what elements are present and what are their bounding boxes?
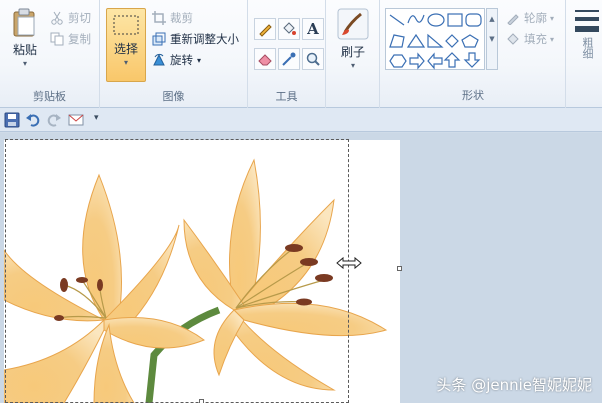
oval-shape-icon xyxy=(427,13,445,27)
outline-button[interactable]: 轮廓 ▾ xyxy=(506,9,554,27)
chevron-down-icon: ▾ xyxy=(22,59,27,68)
fill-icon[interactable] xyxy=(278,18,300,40)
brush-icon xyxy=(337,8,369,40)
watermark: 头条 @jennie智妮妮妮 xyxy=(436,376,592,394)
crop-icon xyxy=(152,11,166,25)
size-button[interactable]: 粗细 xyxy=(572,8,602,59)
fill-bucket-icon xyxy=(507,33,519,45)
resize-button[interactable]: 重新调整大小 xyxy=(152,30,239,48)
polygon-shape-icon xyxy=(389,34,405,48)
left-arrow-shape-icon xyxy=(427,52,443,70)
crop-button[interactable]: 裁剪 xyxy=(152,9,193,27)
selection-icon xyxy=(113,15,139,35)
eraser-icon[interactable] xyxy=(254,48,276,70)
image-group: 选择 ▾ 裁剪 重新调整大小 旋转 ▾ 图像 xyxy=(100,0,248,108)
copy-button[interactable]: 复制 xyxy=(50,30,91,48)
ribbon: 粘贴 ▾ 剪切 复制 剪贴板 选择 ▾ 裁剪 重新调整大小 旋转 ▾ 图像 A … xyxy=(0,0,602,108)
horizontal-resize-cursor-icon xyxy=(336,256,362,270)
crop-label: 裁剪 xyxy=(170,11,193,25)
resize-handle-bottom[interactable] xyxy=(199,399,204,403)
image-group-label: 图像 xyxy=(162,90,185,103)
pentagon-shape-icon xyxy=(461,34,479,48)
paste-button[interactable]: 粘贴 ▾ xyxy=(8,8,42,68)
copy-label: 复制 xyxy=(68,32,91,46)
undo-icon[interactable] xyxy=(25,112,41,128)
outline-label: 轮廓 xyxy=(524,11,547,25)
cut-label: 剪切 xyxy=(68,11,91,25)
resize-label: 重新调整大小 xyxy=(170,32,239,46)
size-label: 粗细 xyxy=(581,37,594,59)
diamond-shape-icon xyxy=(445,34,459,48)
chevron-down-icon: ▾ xyxy=(197,55,202,65)
right-triangle-shape-icon xyxy=(427,33,444,48)
chevron-down-icon: ▾ xyxy=(550,13,555,23)
triangle-shape-icon xyxy=(406,33,426,48)
paste-icon xyxy=(13,8,35,37)
fill-label: 填充 xyxy=(524,32,547,46)
tools-group-label: 工具 xyxy=(275,90,298,103)
right-arrow-shape-icon xyxy=(409,52,425,70)
resize-icon xyxy=(152,32,166,46)
up-arrow-shape-icon xyxy=(443,52,461,68)
fill-shape-button[interactable]: 填充 ▾ xyxy=(506,30,554,48)
line-shape-icon xyxy=(389,14,405,26)
hexagon-shape-icon xyxy=(389,54,407,68)
customize-toolbar-icon[interactable]: ▾ xyxy=(94,113,99,123)
scissors-icon xyxy=(51,11,63,25)
redo-icon[interactable] xyxy=(46,112,62,128)
copy-icon xyxy=(50,32,64,46)
shapes-scrollbar[interactable]: ▲ ▼ xyxy=(486,8,498,70)
tools-group: A 工具 xyxy=(248,0,326,108)
color-picker-icon[interactable] xyxy=(278,48,300,70)
selection-rectangle[interactable] xyxy=(5,139,349,403)
outline-icon xyxy=(507,14,519,25)
clipboard-group-label: 剪贴板 xyxy=(33,90,66,103)
chevron-down-icon: ▾ xyxy=(350,61,355,70)
brushes-label: 刷子 xyxy=(340,45,365,59)
scroll-down-icon[interactable]: ▼ xyxy=(487,29,497,49)
shapes-gallery[interactable] xyxy=(385,8,485,70)
paste-label: 粘贴 xyxy=(12,43,37,57)
save-icon[interactable] xyxy=(4,112,20,128)
scroll-up-icon[interactable]: ▲ xyxy=(487,9,497,29)
rectangle-shape-icon xyxy=(447,13,463,27)
rotate-label: 旋转 xyxy=(170,53,193,67)
select-button[interactable]: 选择 ▾ xyxy=(106,8,146,82)
chevron-down-icon: ▾ xyxy=(550,34,555,44)
resize-handle-right[interactable] xyxy=(397,266,402,271)
curve-shape-icon xyxy=(407,14,425,24)
line-thickness-icon xyxy=(575,10,599,32)
clipboard-group: 粘贴 ▾ 剪切 复制 剪贴板 xyxy=(0,0,100,108)
rotate-icon xyxy=(153,53,165,66)
quick-access-toolbar: ▾ xyxy=(0,108,602,132)
cut-button[interactable]: 剪切 xyxy=(50,9,91,27)
down-arrow-shape-icon xyxy=(463,52,481,68)
brushes-button[interactable]: 刷子 ▾ xyxy=(334,8,372,70)
email-icon[interactable] xyxy=(68,112,84,128)
shapes-group-label: 形状 xyxy=(462,89,484,102)
pencil-icon[interactable] xyxy=(254,18,276,40)
magnifier-icon[interactable] xyxy=(302,48,324,70)
text-icon[interactable]: A xyxy=(302,18,324,40)
brushes-group: 刷子 ▾ xyxy=(326,0,380,108)
rounded-rectangle-shape-icon xyxy=(465,13,482,27)
rotate-button[interactable]: 旋转 ▾ xyxy=(152,51,201,69)
select-label: 选择 xyxy=(113,42,138,56)
chevron-down-icon: ▾ xyxy=(123,58,128,67)
